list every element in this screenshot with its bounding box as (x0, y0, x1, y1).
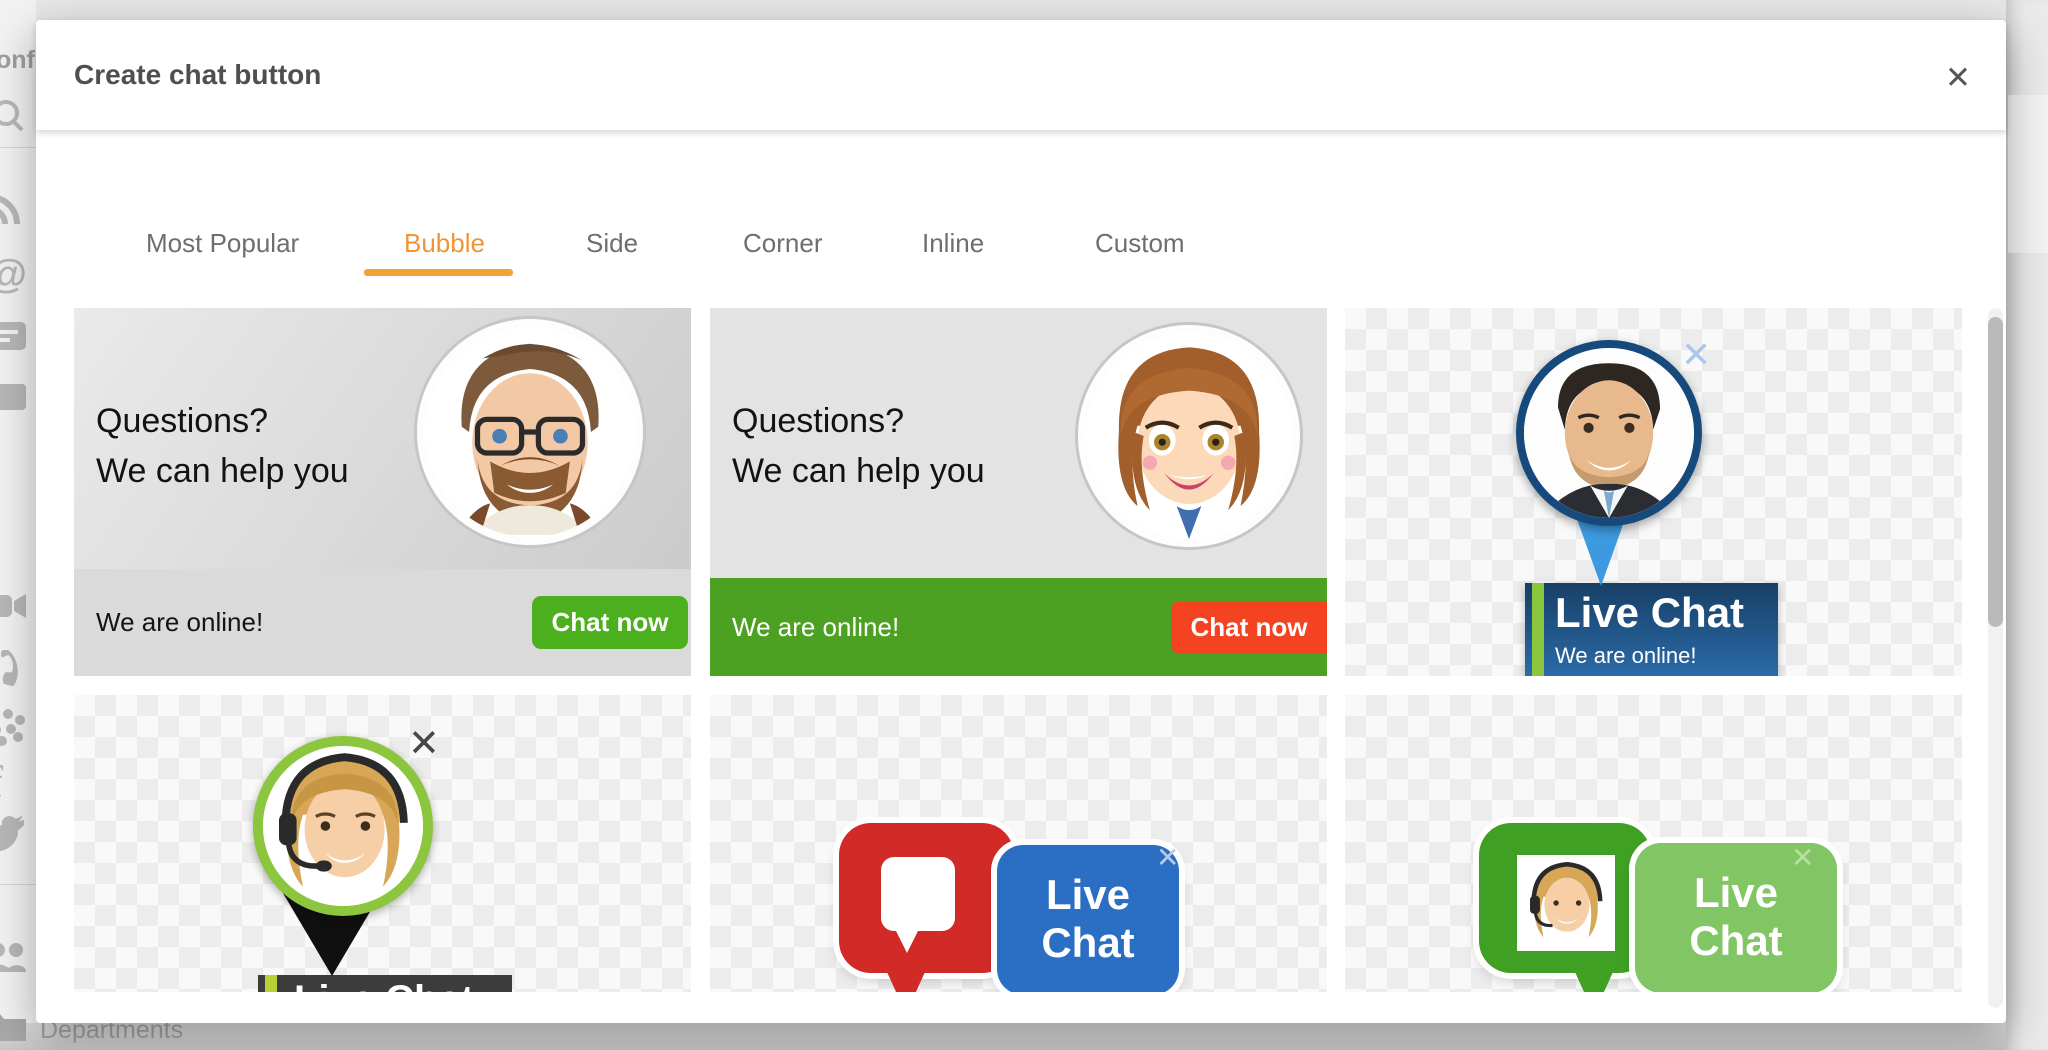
tab-most-popular[interactable]: Most Popular (146, 228, 299, 259)
live-chat-line1: Live (1635, 869, 1837, 917)
tab-side[interactable]: Side (586, 228, 638, 259)
chat-button-template-banner-green[interactable]: Questions? We can help you (710, 308, 1327, 676)
remove-icon[interactable]: ✕ (1156, 841, 1179, 874)
avatar-headset-woman (253, 736, 433, 916)
remove-icon[interactable]: ✕ (408, 721, 440, 766)
dialog-title: Create chat button (74, 20, 321, 130)
chat-button-template-banner-gray[interactable]: Questions? We can help you (74, 308, 691, 676)
online-status-text: We are online! (1555, 643, 1696, 669)
mentions-icon[interactable]: @ (0, 252, 27, 297)
chat-panel-icon[interactable] (0, 316, 32, 360)
close-icon[interactable]: ✕ (1938, 58, 1978, 98)
live-chat-line2: Chat (1635, 917, 1837, 965)
avatar-cartoon-man (417, 319, 643, 545)
live-chat-bubble: Live Chat (997, 845, 1179, 992)
live-chat-line1: Live (997, 871, 1179, 919)
departments-folder-icon[interactable] (0, 1006, 32, 1050)
headline-line1: Questions? (732, 396, 985, 446)
headline-line1: Questions? (96, 396, 349, 446)
chat-button-template-pin-green[interactable]: ✕ Live Chat (74, 695, 691, 992)
live-chat-title: Live Chat (1555, 589, 1744, 637)
live-chat-title: Live Chat (294, 978, 474, 992)
broadcast-icon[interactable] (0, 186, 32, 230)
sidebar-divider (0, 147, 36, 148)
speech-bubble-tail (1575, 972, 1613, 992)
slack-icon[interactable] (0, 706, 32, 750)
background-sidebar: onfi @ f (0, 0, 36, 1050)
headline-line2: We can help you (732, 446, 985, 496)
accent-stripe (265, 975, 277, 992)
banner-background: Questions? We can help you (710, 308, 1327, 578)
banner-headline: Questions? We can help you (96, 396, 349, 496)
chat-button-template-bubbles-green[interactable]: Live Chat ✕ (1345, 695, 1962, 992)
chat-now-button[interactable]: Chat now (532, 596, 688, 649)
banner-status-bar: We are online! Chat now (710, 578, 1327, 676)
online-status-text: We are online! (96, 607, 263, 638)
scrollbar-thumb[interactable] (1988, 317, 2003, 627)
remove-icon[interactable]: ✕ (1791, 841, 1814, 874)
tab-inline[interactable]: Inline (922, 228, 984, 259)
search-icon[interactable] (0, 96, 32, 140)
banner-status-bar: We are online! Chat now (74, 569, 691, 676)
live-chat-box: Live Chat We are online! (1525, 583, 1778, 676)
tab-corner[interactable]: Corner (743, 228, 822, 259)
avatar-cartoon-woman (1078, 325, 1300, 547)
panel-block-icon[interactable] (0, 378, 32, 422)
chat-glyph (881, 857, 955, 931)
scrollbar-track[interactable] (1988, 308, 2003, 1008)
facebook-icon[interactable]: f (0, 756, 3, 807)
chat-now-button[interactable]: Chat now (1171, 601, 1327, 654)
banner-headline: Questions? We can help you (732, 396, 985, 496)
headline-line2: We can help you (96, 446, 349, 496)
dialog-header: Create chat button ✕ (36, 20, 2006, 130)
avatar-photo-man (1516, 340, 1702, 526)
video-call-icon[interactable] (0, 586, 32, 630)
chat-button-template-pin-blue[interactable]: ✕ Live Chat We are online! (1345, 308, 1962, 676)
team-icon[interactable] (0, 938, 32, 982)
banner-background: Questions? We can help you (74, 308, 691, 570)
active-tab-underline (364, 269, 513, 276)
agent-photo (1517, 855, 1615, 951)
screen: onfi @ f (0, 0, 2048, 1050)
online-status-text: We are online! (732, 612, 899, 643)
live-chat-box-clipped: Live Chat (258, 975, 512, 992)
tab-bubble[interactable]: Bubble (404, 228, 485, 259)
background-right-panel (2008, 95, 2048, 253)
tab-custom[interactable]: Custom (1095, 228, 1185, 259)
sidebar-divider (0, 884, 36, 885)
background-bottom-strip (0, 1023, 2048, 1050)
phone-icon[interactable] (0, 650, 32, 694)
chat-glyph-tail (895, 929, 919, 953)
live-chat-line2: Chat (997, 919, 1179, 967)
speech-bubble-tail (887, 972, 925, 992)
accent-stripe (1532, 583, 1544, 676)
twitter-icon[interactable] (0, 812, 32, 856)
create-chat-button-dialog: Create chat button ✕ Most Popular Bubble… (36, 20, 2006, 1023)
remove-icon[interactable]: ✕ (1681, 334, 1711, 376)
chat-button-template-bubbles-blue[interactable]: Live Chat ✕ (710, 695, 1327, 992)
